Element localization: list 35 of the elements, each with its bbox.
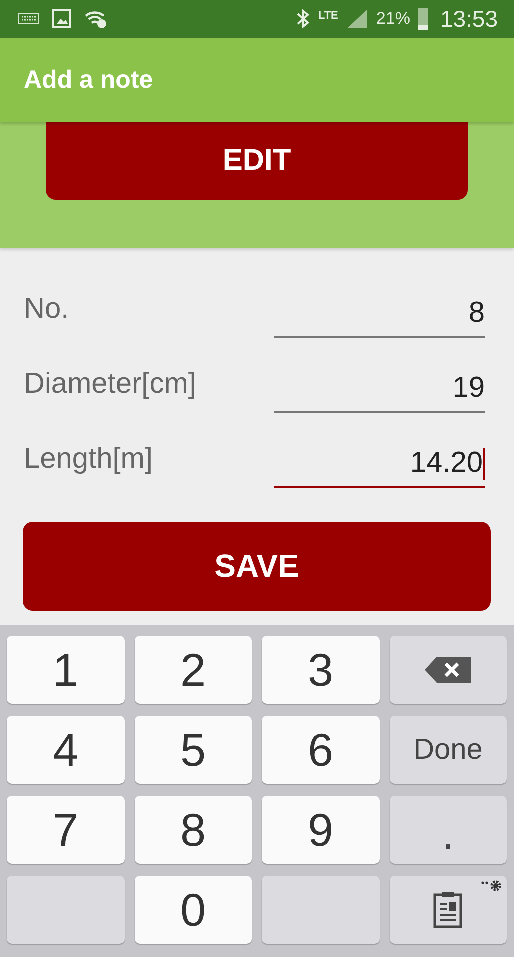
- field-label: Length[m]: [24, 443, 153, 477]
- battery-icon: [418, 8, 428, 30]
- settings-icon: [481, 880, 503, 892]
- wifi-icon: [84, 9, 108, 29]
- input-field[interactable]: 19: [274, 372, 485, 413]
- signal-icon: [346, 9, 368, 29]
- field-label: No.: [24, 293, 70, 327]
- field-label: Diameter[cm]: [24, 368, 196, 402]
- bluetooth-icon: [296, 9, 310, 29]
- period-key[interactable]: .: [390, 796, 507, 864]
- digit-key[interactable]: 5: [134, 716, 252, 784]
- clipboard-key[interactable]: [390, 876, 507, 944]
- digit-key[interactable]: 9: [262, 796, 380, 864]
- done-key[interactable]: Done: [390, 716, 507, 784]
- digit-key[interactable]: 3: [262, 636, 380, 704]
- edit-button[interactable]: EDIT: [46, 122, 468, 200]
- digit-key[interactable]: 4: [7, 716, 124, 784]
- digit-key[interactable]: 6: [262, 716, 380, 784]
- clipboard-icon: [433, 891, 464, 929]
- clock: 13:53: [440, 6, 498, 32]
- image-icon: [52, 9, 72, 29]
- backspace-icon: [425, 657, 472, 683]
- digit-key[interactable]: 1: [7, 636, 124, 704]
- backspace-key[interactable]: [390, 636, 507, 704]
- screen-title: Add a note: [24, 66, 154, 94]
- digit-key[interactable]: 0: [134, 876, 252, 944]
- input-field[interactable]: 14.20: [274, 447, 485, 488]
- input-field[interactable]: 8: [274, 297, 485, 338]
- keyboard-icon: [18, 13, 40, 25]
- digit-key[interactable]: 7: [7, 796, 124, 864]
- digit-key[interactable]: 8: [134, 796, 252, 864]
- save-button[interactable]: SAVE: [23, 522, 491, 611]
- battery-percentage: 21%: [376, 9, 410, 29]
- digit-key[interactable]: 2: [134, 636, 252, 704]
- network-type: LTE: [318, 10, 338, 22]
